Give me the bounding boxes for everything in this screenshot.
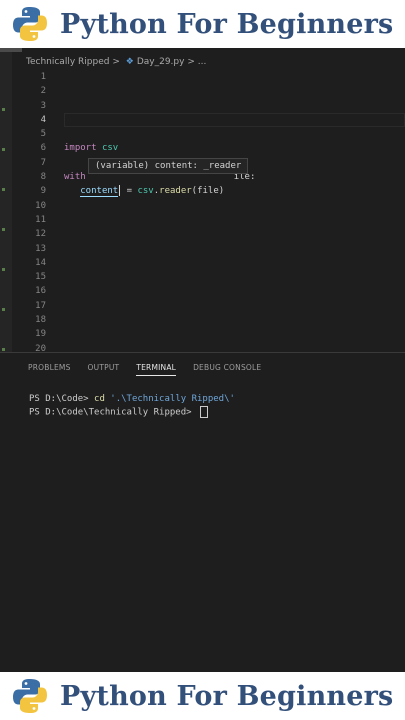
- activity-marker: [2, 348, 5, 351]
- line-number: 7: [40, 157, 46, 168]
- line-number: 16: [35, 286, 46, 297]
- line-number: 3: [40, 100, 46, 111]
- activity-marker: [2, 228, 5, 231]
- breadcrumb-separator: >: [112, 57, 120, 67]
- terminal-line: PS D:\Code\Technically Ripped>: [29, 406, 235, 419]
- banner-title: Python For Beginners: [60, 680, 394, 712]
- hover-tooltip: (variable) content: _reader: [88, 158, 249, 174]
- module-csv: csv: [101, 143, 119, 154]
- terminal-line: PS D:\Code> cd '.\Technically Ripped\': [29, 393, 235, 406]
- line-number: 13: [35, 243, 46, 254]
- function-reader: reader: [159, 186, 192, 197]
- code-line[interactable]: [64, 70, 255, 84]
- bottom-panel: PROBLEMS OUTPUT TERMINAL DEBUG CONSOLE P…: [0, 352, 405, 672]
- terminal-output[interactable]: PS D:\Code> cd '.\Technically Ripped\' P…: [29, 393, 235, 419]
- terminal-argument: '.\Technically Ripped\': [104, 394, 235, 404]
- line-number: 9: [40, 186, 46, 197]
- line-number: 11: [35, 214, 46, 225]
- terminal-prompt: PS D:\Code>: [29, 394, 95, 404]
- activity-marker: [2, 188, 5, 191]
- line-number: 10: [35, 200, 46, 211]
- tab-problems[interactable]: PROBLEMS: [28, 363, 71, 376]
- line-number: 1: [40, 72, 46, 82]
- activity-marker: [2, 148, 5, 151]
- code-area[interactable]: import csv with ile: content = csv.reader…: [64, 70, 255, 199]
- breadcrumb: Technically Ripped > ❖ Day_29.py > ...: [26, 57, 206, 67]
- variable-content[interactable]: content: [80, 186, 119, 198]
- line-number: 15: [35, 272, 46, 283]
- line-number: 12: [35, 229, 46, 240]
- line-number: 18: [35, 315, 46, 326]
- line-number-gutter: 1 2 3 4 5 6 7 8 9 10 11 12 13 14 15 16 1…: [14, 70, 46, 356]
- line-number: 6: [40, 143, 46, 154]
- terminal-prompt: PS D:\Code\Technically Ripped>: [29, 407, 197, 418]
- activity-marker: [2, 268, 5, 271]
- tab-debug-console[interactable]: DEBUG CONSOLE: [193, 363, 261, 376]
- keyword-import: import: [64, 143, 97, 154]
- keyword-with: with: [64, 172, 86, 183]
- code-line[interactable]: [64, 113, 255, 127]
- tab-terminal[interactable]: TERMINAL: [136, 363, 177, 376]
- line-number: 8: [40, 172, 46, 183]
- bottom-banner: Python For Beginners: [0, 672, 405, 720]
- line-number-active: 4: [40, 114, 46, 125]
- code-line-reader[interactable]: content = csv.reader(file): [64, 184, 255, 198]
- call-args: (file): [191, 186, 225, 197]
- breadcrumb-file[interactable]: Day_29.py: [137, 57, 185, 67]
- code-line[interactable]: [64, 84, 255, 98]
- code-line[interactable]: [64, 99, 255, 113]
- assign-operator: =: [121, 186, 138, 197]
- line-number: 2: [40, 86, 46, 97]
- panel-tabs: PROBLEMS OUTPUT TERMINAL DEBUG CONSOLE: [28, 363, 261, 376]
- terminal-cursor: [199, 406, 208, 418]
- editor-window: Technically Ripped > ❖ Day_29.py > ... 1 …: [0, 48, 405, 672]
- module-csv-ref: csv: [137, 186, 154, 197]
- line-number: 5: [40, 129, 46, 140]
- breadcrumb-trail[interactable]: > ...: [187, 57, 206, 67]
- line-number: 17: [35, 300, 46, 311]
- breadcrumb-folder[interactable]: Technically Ripped: [26, 57, 109, 67]
- python-file-icon: ❖: [125, 57, 134, 67]
- banner-title: Python For Beginners: [60, 8, 394, 40]
- tab-strip-remnant: [0, 48, 22, 52]
- activity-marker: [2, 308, 5, 311]
- python-logo-icon: [13, 7, 47, 41]
- python-logo-icon: [13, 679, 47, 713]
- tab-output[interactable]: OUTPUT: [88, 363, 120, 376]
- line-number: 14: [35, 257, 46, 268]
- top-banner: Python For Beginners: [0, 0, 405, 48]
- terminal-command: cd: [94, 394, 105, 404]
- line-number: 19: [35, 329, 46, 340]
- activity-marker: [2, 108, 5, 111]
- code-line-import[interactable]: import csv: [64, 141, 255, 155]
- code-line[interactable]: [64, 127, 255, 141]
